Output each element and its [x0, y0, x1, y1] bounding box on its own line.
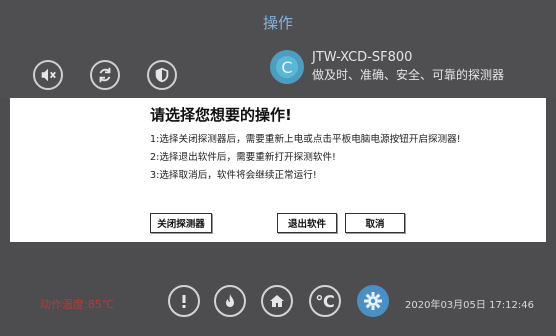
flame-icon[interactable]: [214, 285, 246, 317]
dialog-title: 请选择您想要的操作!: [150, 106, 292, 124]
brand-logo: C: [270, 50, 304, 84]
brand-slogan: 做及时、准确、安全、可靠的探测器: [312, 68, 505, 82]
datetime-display: 2020年03月05日 17:12:46: [405, 300, 534, 311]
action-temperature: 动作温度:85℃: [40, 298, 115, 311]
alert-icon[interactable]: [168, 285, 200, 317]
dialog-line-3: 3:选择取消后，软件将会继续正常运行!: [150, 170, 317, 181]
close-detector-button[interactable]: 关闭探测器: [150, 213, 212, 233]
exit-software-button[interactable]: 退出软件: [277, 213, 337, 233]
refresh-icon[interactable]: [90, 60, 120, 90]
cancel-button[interactable]: 取消: [345, 213, 405, 233]
celsius-icon[interactable]: ℃: [309, 285, 341, 317]
logo-letter: C: [276, 56, 298, 78]
brand-model: JTW-XCD-SF800: [312, 50, 413, 65]
mute-icon[interactable]: [33, 60, 63, 90]
celsius-label: ℃: [315, 291, 335, 311]
home-icon[interactable]: [261, 285, 293, 317]
shield-icon[interactable]: [147, 60, 177, 90]
dialog-line-2: 2:选择退出软件后，需要重新打开探测软件!: [150, 152, 336, 163]
page-title: 操作: [262, 14, 293, 32]
settings-icon[interactable]: [357, 285, 389, 317]
dialog-line-1: 1:选择关闭探测器后，需要重新上电或点击平板电脑电源按钮开启探测器!: [150, 134, 461, 145]
